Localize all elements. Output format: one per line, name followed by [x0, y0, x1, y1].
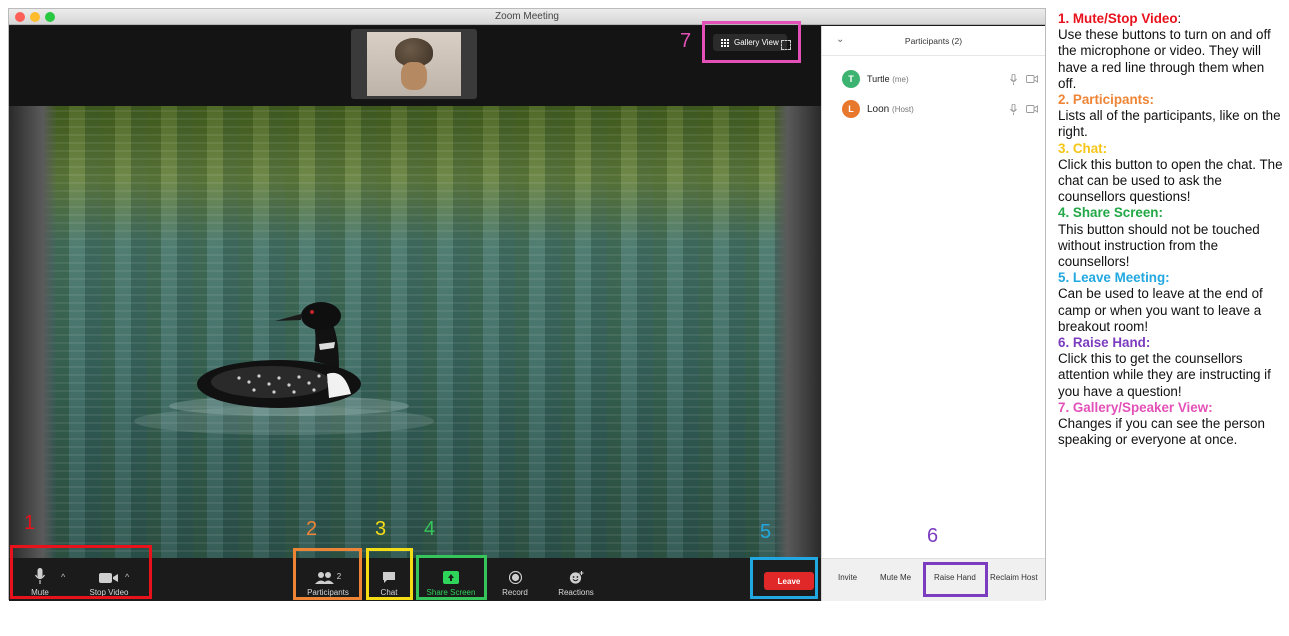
mute-me-button[interactable]: Mute Me	[880, 573, 911, 582]
legend-text: Use these buttons to turn on and off the…	[1058, 27, 1271, 91]
invite-button[interactable]: Invite	[838, 573, 857, 582]
legend-item-share-screen: 4. Share Screen: This button should not …	[1058, 205, 1286, 270]
legend-item-gallery-speaker-view: 7. Gallery/Speaker View: Changes if you …	[1058, 400, 1286, 449]
legend-text: Can be used to leave at the end of camp …	[1058, 286, 1263, 334]
callout-number-6: 6	[927, 525, 939, 547]
thumbnail-strip: Gallery View	[9, 26, 821, 106]
instructions-legend: 1. Mute/Stop Video: Use these buttons to…	[1058, 11, 1286, 448]
participants-panel-header: ⌄ Participants (2)	[822, 26, 1045, 56]
callout-number-7: 7	[680, 30, 692, 52]
callout-box-mute-video	[10, 545, 152, 599]
record-icon	[508, 571, 522, 584]
reactions-button[interactable]: Reactions	[551, 558, 601, 601]
legend-heading: 2. Participants:	[1058, 92, 1154, 108]
legend-item-leave-meeting: 5. Leave Meeting: Can be used to leave a…	[1058, 270, 1286, 335]
callout-number-3: 3	[375, 518, 387, 540]
legend-text: Lists all of the participants, like on t…	[1058, 108, 1281, 140]
legend-text: Changes if you can see the person speaki…	[1058, 416, 1265, 448]
participant-role: (Host)	[892, 104, 914, 114]
record-button[interactable]: Record	[497, 558, 533, 601]
callout-box-participants	[293, 548, 362, 600]
legend-item-mute-video: 1. Mute/Stop Video: Use these buttons to…	[1058, 11, 1286, 92]
legend-heading: 3. Chat:	[1058, 140, 1108, 156]
legend-heading: 1. Mute/Stop Video	[1058, 11, 1178, 26]
callout-box-raise-hand	[923, 562, 988, 597]
callout-box-share-screen	[416, 555, 487, 600]
zoom-window: Zoom Meeting Gallery View Mute ^ Stop Vi…	[8, 8, 1046, 601]
legend-heading-suffix: :	[1177, 11, 1182, 26]
turtle-video-thumbnail	[367, 32, 461, 96]
record-label: Record	[502, 588, 528, 597]
participant-row[interactable]: T Turtle (me)	[822, 64, 1045, 94]
legend-heading: 5. Leave Meeting:	[1058, 270, 1170, 286]
legend-heading: 4. Share Screen:	[1058, 205, 1163, 221]
participant-role: (me)	[892, 75, 909, 84]
legend-text: This button should not be touched withou…	[1058, 221, 1260, 270]
emoji-add-icon	[569, 571, 583, 584]
video-stage: Gallery View	[9, 26, 821, 558]
avatar: L	[842, 100, 860, 118]
window-title: Zoom Meeting	[495, 11, 559, 22]
loon-image	[134, 302, 434, 435]
reclaim-host-button[interactable]: Reclaim Host	[990, 573, 1038, 582]
legend-text: Click this to get the counsellors attent…	[1058, 351, 1271, 399]
participants-panel: ⌄ Participants (2) T Turtle (me) L Loon	[821, 26, 1045, 601]
participant-name: Loon	[867, 103, 890, 115]
participants-panel-title: Participants (2)	[904, 36, 963, 46]
avatar: T	[842, 70, 860, 88]
participant-row[interactable]: L Loon (Host)	[822, 94, 1045, 124]
callout-box-leave	[750, 557, 818, 599]
video-camera-icon	[1026, 105, 1038, 113]
microphone-icon	[1010, 103, 1017, 115]
legend-item-chat: 3. Chat: Click this button to open the c…	[1058, 141, 1286, 206]
callout-box-chat	[366, 548, 413, 600]
legend-item-participants: 2. Participants: Lists all of the partic…	[1058, 92, 1286, 141]
legend-text: Click this button to open the chat. The …	[1058, 156, 1283, 205]
callout-number-4: 4	[424, 518, 436, 540]
legend-heading: 6. Raise Hand:	[1058, 335, 1151, 351]
reactions-label: Reactions	[558, 588, 594, 597]
microphone-icon	[1010, 73, 1017, 85]
callout-number-5: 5	[760, 521, 772, 543]
callout-number-1: 1	[24, 512, 36, 534]
participant-name: Turtle	[867, 74, 890, 84]
participant-thumbnail[interactable]	[351, 29, 477, 99]
callout-number-2: 2	[306, 518, 318, 540]
active-speaker-video	[9, 106, 821, 558]
video-camera-icon	[1026, 75, 1038, 83]
callout-box-gallery-view	[702, 21, 801, 63]
legend-item-raise-hand: 6. Raise Hand: Click this to get the cou…	[1058, 335, 1286, 400]
title-bar: Zoom Meeting	[9, 9, 1045, 25]
legend-heading: 7. Gallery/Speaker View:	[1058, 399, 1213, 415]
